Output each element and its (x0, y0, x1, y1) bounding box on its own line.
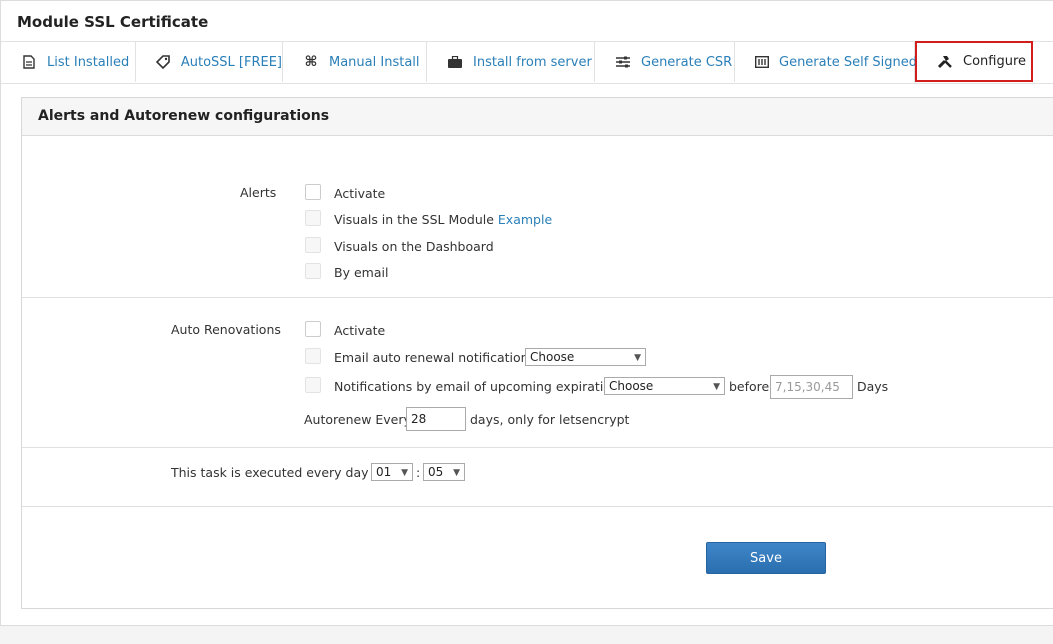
tab-install-from-server[interactable]: Install from server (427, 42, 595, 82)
chevron-down-icon: ▼ (634, 353, 641, 363)
visuals-ssl-checkbox[interactable] (305, 210, 321, 226)
save-button[interactable]: Save (706, 542, 826, 574)
document-icon (21, 54, 37, 70)
visuals-ssl-label: Visuals in the SSL Module (334, 212, 494, 227)
select-value: 01 (376, 465, 392, 479)
chevron-down-icon: ▼ (401, 468, 408, 478)
tab-label: Configure (963, 54, 1027, 69)
upcoming-expiration-label: Notifications by email of upcoming expir… (334, 379, 619, 394)
upcoming-expiration-checkbox[interactable] (305, 377, 321, 393)
tab-bar: List Installed AutoSSL [FREE] ⌘ Manual I… (1, 41, 1053, 84)
email-renewal-select[interactable]: Choose ▼ (525, 348, 646, 366)
visuals-dashboard-label: Visuals on the Dashboard (334, 239, 494, 254)
time-separator: : (416, 465, 421, 480)
sliders-icon (615, 54, 631, 70)
briefcase-icon (447, 54, 463, 70)
command-icon: ⌘ (304, 54, 318, 70)
schedule-label: This task is executed every day at: (171, 465, 390, 480)
auto-activate-label: Activate (334, 323, 386, 338)
autorenew-days-input[interactable]: 28 (406, 407, 466, 431)
tab-label: Manual Install (329, 54, 420, 70)
by-email-label: By email (334, 265, 389, 280)
tab-configure[interactable]: Configure (915, 41, 1033, 82)
minute-select[interactable]: 05 ▼ (423, 463, 465, 481)
tools-icon (937, 54, 953, 70)
module-title: Module SSL Certificate (17, 13, 209, 31)
select-value: 05 (428, 465, 444, 479)
visuals-ssl-row: Visuals in the SSL Module Example (334, 212, 552, 227)
visuals-dashboard-checkbox[interactable] (305, 237, 321, 253)
chevron-down-icon: ▼ (713, 382, 720, 392)
alerts-activate-checkbox[interactable] (305, 184, 321, 200)
email-renewal-checkbox[interactable] (305, 348, 321, 364)
tab-autossl[interactable]: AutoSSL [FREE] (136, 42, 283, 82)
example-link[interactable]: Example (498, 212, 552, 227)
tab-generate-self-signed[interactable]: Generate Self Signed (735, 42, 918, 82)
certificate-icon (755, 54, 769, 70)
by-email-checkbox[interactable] (305, 263, 321, 279)
before-label: before (729, 379, 770, 394)
auto-renovations-label: Auto Renovations (171, 322, 281, 337)
tab-label: Generate CSR (641, 54, 733, 70)
days-label: Days (857, 379, 889, 394)
select-value: Choose (609, 379, 654, 393)
tab-list-installed[interactable]: List Installed (1, 42, 136, 82)
tab-label: Generate Self Signed (779, 54, 918, 70)
auto-activate-checkbox[interactable] (305, 321, 321, 337)
tag-icon (156, 54, 171, 70)
autorenew-suffix-label: days, only for letsencrypt (470, 412, 630, 427)
divider (22, 297, 1053, 298)
upcoming-expiration-select[interactable]: Choose ▼ (604, 377, 725, 395)
panel-header: Alerts and Autorenew configurations (22, 98, 1053, 136)
divider (22, 447, 1053, 448)
alerts-activate-label: Activate (334, 186, 386, 201)
tab-manual-install[interactable]: ⌘ Manual Install (283, 42, 427, 82)
alerts-label: Alerts (240, 185, 277, 200)
email-renewal-label: Email auto renewal notifications (334, 350, 536, 365)
hour-select[interactable]: 01 ▼ (371, 463, 413, 481)
tab-label: AutoSSL [FREE] (180, 54, 282, 70)
tab-label: Install from server (473, 54, 592, 70)
chevron-down-icon: ▼ (453, 468, 460, 478)
select-value: Choose (530, 350, 575, 364)
tab-generate-csr[interactable]: Generate CSR (595, 42, 735, 82)
tab-label: List Installed (47, 54, 130, 70)
days-input[interactable]: 7,15,30,45 (770, 375, 853, 399)
ssl-module: Module SSL Certificate List Installed Au… (0, 0, 1053, 626)
divider (22, 506, 1053, 507)
panel-title: Alerts and Autorenew configurations (38, 108, 330, 124)
autorenew-every-label: Autorenew Every (304, 412, 411, 427)
